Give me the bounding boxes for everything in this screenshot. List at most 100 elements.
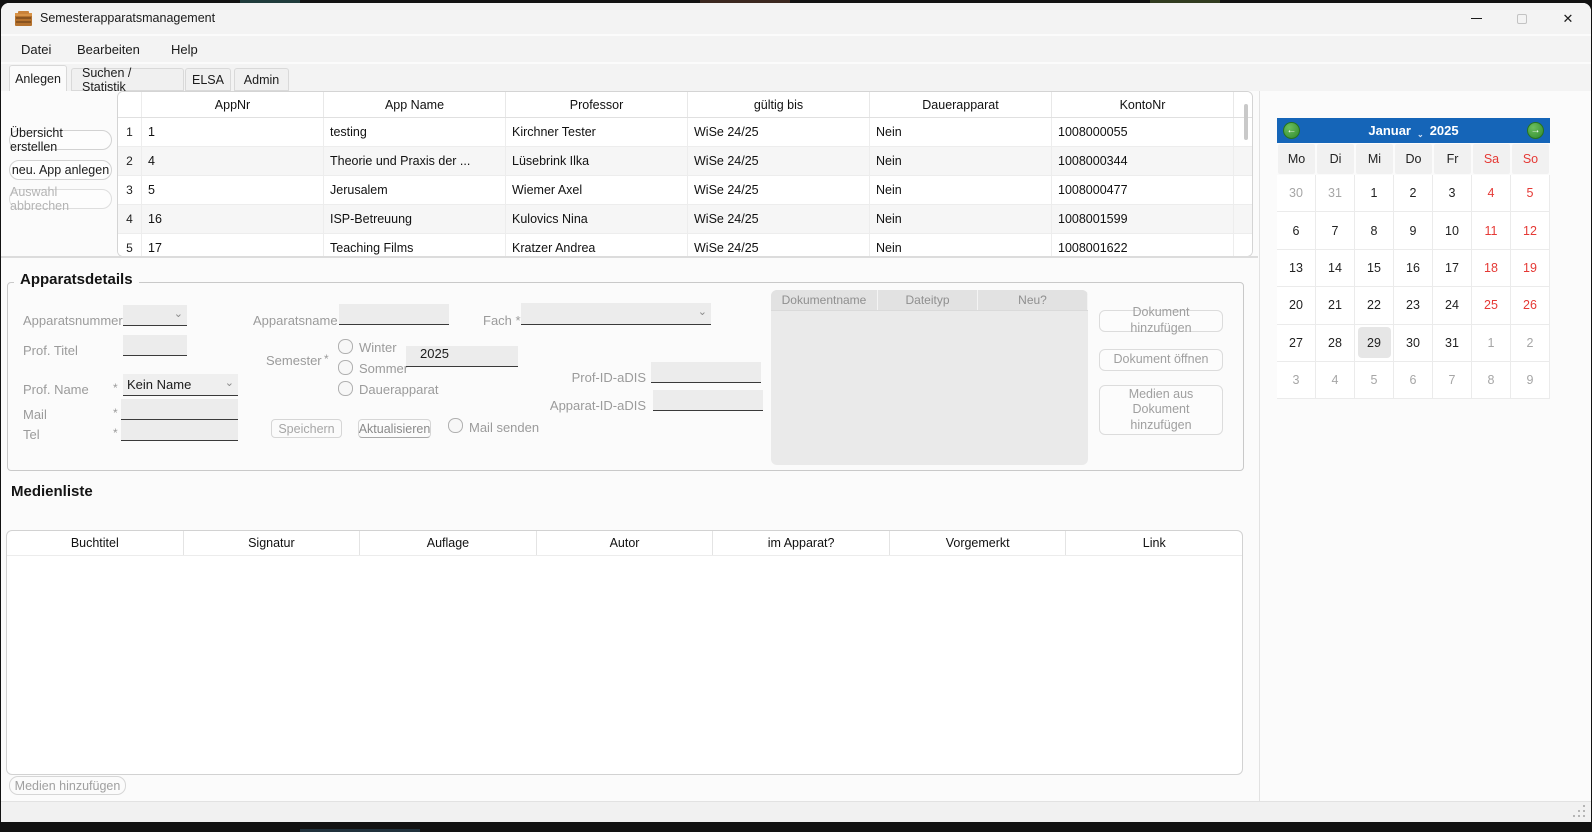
fach-combo[interactable]: ⌄ [521, 303, 711, 325]
calendar-day[interactable]: 7 [1316, 212, 1355, 249]
medien-column-header-vorgemerkt[interactable]: Vorgemerkt [890, 531, 1067, 555]
menu-item-datei[interactable]: Datei [17, 40, 55, 59]
semester-radio-winter[interactable] [338, 339, 353, 354]
calendar-day[interactable]: 6 [1394, 362, 1433, 399]
apparat-id-adis-input[interactable] [653, 390, 763, 411]
table-row[interactable]: 11testingKirchner TesterWiSe 24/25Nein10… [118, 118, 1252, 147]
calendar-day[interactable]: 27 [1277, 325, 1316, 362]
calendar-day[interactable]: 8 [1472, 362, 1511, 399]
prof-id-adis-input[interactable] [651, 362, 761, 383]
mail-input[interactable] [121, 399, 238, 420]
doc-column-header-dokumentname[interactable]: Dokumentname [771, 290, 878, 310]
tel-input[interactable] [121, 420, 238, 441]
semester-radio-sommer[interactable] [338, 360, 353, 375]
calendar-day[interactable]: 6 [1277, 212, 1316, 249]
medien-column-header-autor[interactable]: Autor [537, 531, 714, 555]
mail-senden-checkbox[interactable] [448, 418, 463, 433]
calendar-day[interactable]: 30 [1394, 325, 1433, 362]
doc-column-header-dateityp[interactable]: Dateityp [878, 290, 978, 310]
calendar-day[interactable]: 9 [1511, 362, 1550, 399]
window-title: Semesterapparatsmanagement [40, 11, 215, 25]
calendar-day[interactable]: 29 [1355, 325, 1394, 362]
menu-item-bearbeiten[interactable]: Bearbeiten [73, 40, 144, 59]
calendar-day[interactable]: 17 [1433, 250, 1472, 287]
calendar-prev-month-button[interactable]: ← [1283, 122, 1300, 139]
sidebar-button-neu-app-anlegen[interactable]: neu. App anlegen [9, 160, 112, 180]
column-header-appnr[interactable]: AppNr [142, 92, 324, 117]
apparatsname-input[interactable] [339, 304, 449, 325]
semester-option-label: Dauerapparat [359, 382, 439, 397]
table-cell: WiSe 24/25 [688, 176, 870, 204]
vertical-scrollbar[interactable] [1244, 104, 1248, 140]
calendar-day[interactable]: 24 [1433, 287, 1472, 324]
resize-grip-icon[interactable] [1583, 805, 1585, 807]
column-header-gültig-bis[interactable]: gültig bis [688, 92, 870, 117]
calendar-day[interactable]: 31 [1433, 325, 1472, 362]
calendar-day[interactable]: 9 [1394, 212, 1433, 249]
calendar-day[interactable]: 5 [1511, 175, 1550, 212]
semester-radio-dauerapparat[interactable] [338, 381, 353, 396]
calendar-next-month-button[interactable]: → [1527, 122, 1544, 139]
calendar-day[interactable]: 14 [1316, 250, 1355, 287]
calendar-day[interactable]: 20 [1277, 287, 1316, 324]
calendar-day[interactable]: 23 [1394, 287, 1433, 324]
calendar-day[interactable]: 21 [1316, 287, 1355, 324]
medien-column-header-link[interactable]: Link [1066, 531, 1242, 555]
tab-elsa[interactable]: ELSA [185, 68, 231, 91]
calendar-day[interactable]: 3 [1433, 175, 1472, 212]
pane-splitter[interactable] [1, 256, 1258, 258]
aktualisieren-button[interactable]: Aktualisieren [358, 419, 431, 438]
calendar-day[interactable]: 2 [1394, 175, 1433, 212]
calendar-day[interactable]: 13 [1277, 250, 1316, 287]
calendar-day[interactable]: 12 [1511, 212, 1550, 249]
calendar-title[interactable]: Januar⌄2025 [1368, 123, 1458, 138]
calendar-day[interactable]: 1 [1355, 175, 1394, 212]
column-header-professor[interactable]: Professor [506, 92, 688, 117]
close-button[interactable]: ✕ [1545, 3, 1591, 34]
medien-column-header-signatur[interactable]: Signatur [184, 531, 361, 555]
calendar-day[interactable]: 15 [1355, 250, 1394, 287]
table-row[interactable]: 416ISP-BetreuungKulovics NinaWiSe 24/25N… [118, 205, 1252, 234]
column-header-kontonr[interactable]: KontoNr [1052, 92, 1234, 117]
calendar-day[interactable]: 7 [1433, 362, 1472, 399]
column-header-dauerapparat[interactable]: Dauerapparat [870, 92, 1052, 117]
doc-column-header-neu-[interactable]: Neu? [978, 290, 1088, 310]
calendar-day[interactable]: 18 [1472, 250, 1511, 287]
calendar-day[interactable]: 4 [1472, 175, 1511, 212]
calendar-day[interactable]: 16 [1394, 250, 1433, 287]
menu-item-help[interactable]: Help [167, 40, 202, 59]
minimize-button[interactable] [1453, 3, 1499, 34]
medien-column-header-buchtitel[interactable]: Buchtitel [7, 531, 184, 555]
calendar-day[interactable]: 28 [1316, 325, 1355, 362]
calendar-day[interactable]: 25 [1472, 287, 1511, 324]
medien-column-header-auflage[interactable]: Auflage [360, 531, 537, 555]
medien-column-header-im-apparat?[interactable]: im Apparat? [713, 531, 890, 555]
apparatsnummer-combo[interactable]: ⌄ [123, 305, 187, 326]
calendar-day[interactable]: 22 [1355, 287, 1394, 324]
tab-admin[interactable]: Admin [234, 68, 289, 91]
column-header-app-name[interactable]: App Name [324, 92, 506, 117]
calendar-day[interactable]: 10 [1433, 212, 1472, 249]
calendar-day[interactable]: 3 [1277, 362, 1316, 399]
calendar-day[interactable]: 26 [1511, 287, 1550, 324]
tab-suchen-statistik[interactable]: Suchen / Statistik [71, 68, 184, 91]
table-cell: Kratzer Andrea [506, 234, 688, 257]
calendar-day[interactable]: 11 [1472, 212, 1511, 249]
calendar-day[interactable]: 4 [1316, 362, 1355, 399]
prof-titel-input[interactable] [123, 335, 187, 356]
calendar-day[interactable]: 30 [1277, 175, 1316, 212]
table-row[interactable]: 35JerusalemWiemer AxelWiSe 24/25Nein1008… [118, 176, 1252, 205]
table-row[interactable]: 517Teaching FilmsKratzer AndreaWiSe 24/2… [118, 234, 1252, 257]
prof-name-combo[interactable]: Kein Name⌄ [123, 374, 238, 396]
calendar-day[interactable]: 1 [1472, 325, 1511, 362]
calendar-day[interactable]: 8 [1355, 212, 1394, 249]
calendar-day[interactable]: 5 [1355, 362, 1394, 399]
calendar-day[interactable]: 19 [1511, 250, 1550, 287]
table-row[interactable]: 24Theorie und Praxis der ...Lüsebrink Il… [118, 147, 1252, 176]
calendar-header: ← Januar⌄2025 → [1277, 118, 1550, 143]
calendar-day[interactable]: 2 [1511, 325, 1550, 362]
tab-anlegen[interactable]: Anlegen [9, 65, 67, 91]
sidebar-button-übersicht-erstellen[interactable]: Übersicht erstellen [9, 130, 112, 150]
calendar-day[interactable]: 31 [1316, 175, 1355, 212]
semester-year-input[interactable]: 2025 [406, 346, 518, 367]
